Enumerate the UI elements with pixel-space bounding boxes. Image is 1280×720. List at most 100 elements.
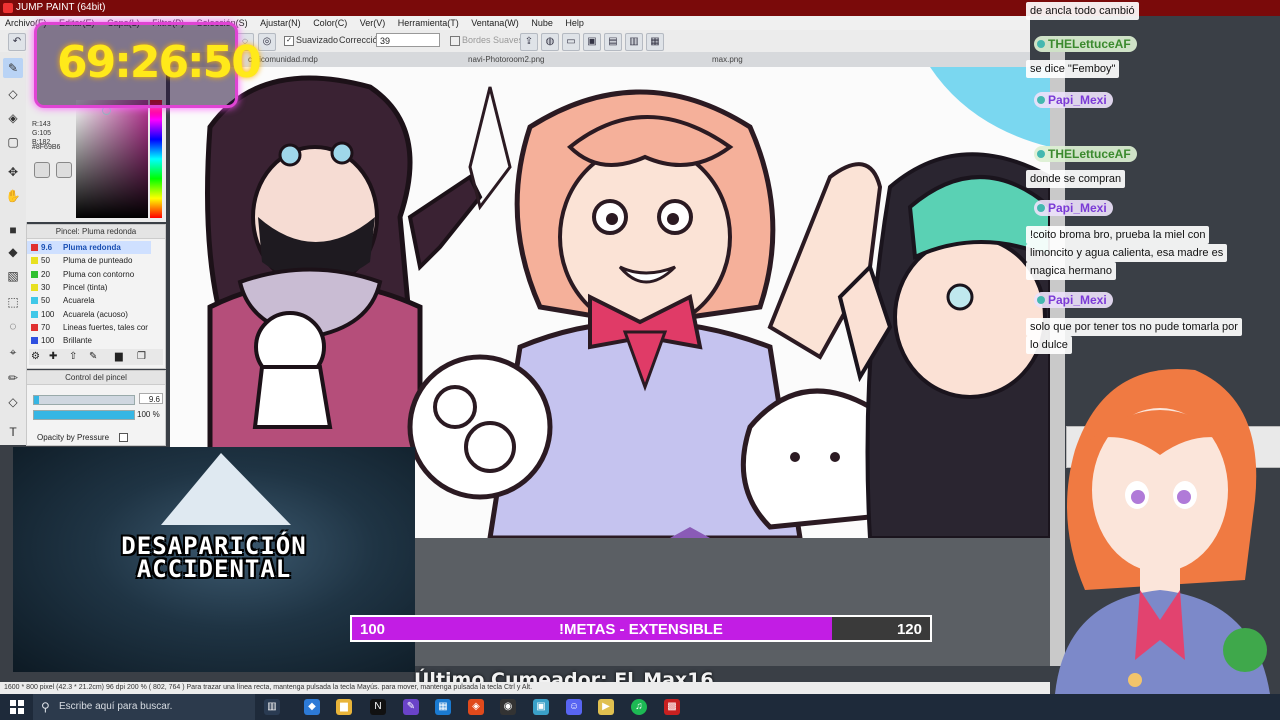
shape-tool-icon[interactable]: ■	[3, 220, 23, 240]
settings-icon[interactable]: ⚙	[31, 351, 40, 362]
brush-item[interactable]: 70 Lineas fuertes, tales cor	[27, 321, 151, 334]
eraser-tool-icon[interactable]: ◇	[3, 84, 23, 104]
layers-icon[interactable]: ▥	[625, 33, 643, 51]
eraser-small-icon[interactable]: ◇	[3, 392, 23, 412]
tool-column: ✎ ◇ ◈ ▢ ✥ ✋ ■ ◆ ▧ ⬚ ◌ ⌖ ✏ ◇ T	[0, 52, 27, 445]
grid-icon[interactable]: ▦	[646, 33, 664, 51]
menu-nube[interactable]: Nube	[526, 16, 558, 30]
soft-edges-checkbox[interactable]	[450, 36, 460, 46]
stream-timer: 69:26:50	[34, 22, 262, 108]
palette-icon[interactable]	[56, 162, 72, 178]
folder-icon[interactable]: ▆	[336, 699, 352, 715]
app-icon	[3, 3, 13, 13]
chat-overlay: de ancla todo cambió THELettuceAF se dice …	[1020, 0, 1270, 415]
eyedropper-tool-icon[interactable]: ⌖	[3, 342, 23, 362]
chat-username: Papi_Mexi	[1034, 92, 1113, 108]
tab-navi-photoroom[interactable]: navi-Photoroom2.png	[468, 52, 545, 67]
windows-start-icon[interactable]	[10, 700, 24, 714]
tab-max[interactable]: max.png	[712, 52, 743, 67]
menu-ventana[interactable]: Ventana(W)	[466, 16, 524, 30]
chat-username-text: Papi_Mexi	[1048, 201, 1107, 215]
correction-input[interactable]: 39	[376, 33, 440, 47]
text-tool-icon[interactable]: T	[3, 422, 23, 442]
select-rect-icon[interactable]: ▢	[3, 132, 23, 152]
hue-slider[interactable]	[150, 100, 162, 218]
brush-name: Pluma redonda	[63, 243, 121, 252]
swap-color-icon[interactable]	[34, 162, 50, 178]
brush-item[interactable]: 50 Pluma de punteado	[27, 254, 151, 267]
brush-item[interactable]: 100 Acuarela (acuoso)	[27, 308, 151, 321]
iceberg-image	[161, 453, 291, 525]
brush-size-fill	[34, 396, 39, 404]
opacity-slider[interactable]	[33, 410, 135, 420]
smooth-checkbox[interactable]: ✓	[284, 36, 294, 46]
avatar-drawing	[1055, 369, 1270, 694]
brush-name: Lineas fuertes, tales cor	[63, 322, 148, 332]
select-tool-icon[interactable]: ⬚	[3, 292, 23, 312]
spotify-icon[interactable]: ♫	[631, 699, 647, 715]
brush-name: Pincel (tinta)	[63, 282, 108, 292]
upload-icon[interactable]: ⇪	[520, 33, 538, 51]
brush-item[interactable]: 50 Acuarela	[27, 294, 151, 307]
upload-icon[interactable]: ⇧	[69, 351, 77, 362]
bucket-tool-icon[interactable]: ◆	[3, 242, 23, 262]
obs-icon[interactable]: ◉	[500, 699, 516, 715]
menu-herramienta[interactable]: Herramienta(T)	[393, 16, 464, 30]
menu-color[interactable]: Color(C)	[308, 16, 352, 30]
chat-message: se dice "Femboy"	[1026, 60, 1120, 78]
tools-icon[interactable]: ✚	[49, 351, 57, 362]
document-tabs: curicomunidad.mdp navi-Photoroom2.png ma…	[166, 52, 1030, 67]
menu-ajustar[interactable]: Ajustar(N)	[255, 16, 306, 30]
brave-icon[interactable]: ◈	[468, 699, 484, 715]
menu-help[interactable]: Help	[560, 16, 589, 30]
image-icon[interactable]: ▣	[583, 33, 601, 51]
hand-tool-icon[interactable]: ✋	[3, 186, 23, 206]
lasso-tool-icon[interactable]: ◌	[3, 316, 23, 336]
copy-icon[interactable]: ❐	[137, 351, 146, 362]
chat-username: THELettuceAF	[1034, 36, 1137, 52]
move-tool-icon[interactable]: ✥	[3, 162, 23, 182]
opacity-pressure-label: Opacity by Pressure	[37, 433, 110, 442]
jump-paint-icon[interactable]: ▩	[664, 699, 680, 715]
gradient-tool-icon[interactable]: ▧	[3, 266, 23, 286]
taskbar-search[interactable]: ⚲ Escribe aquí para buscar.	[33, 694, 255, 720]
brush-item[interactable]: 30 Pincel (tinta)	[27, 281, 151, 294]
globe-icon[interactable]: ◍	[541, 33, 559, 51]
canvas-workspace	[415, 538, 1050, 666]
transform-icon[interactable]: ◎	[258, 33, 276, 51]
brush-item[interactable]: 9.6 Pluma redonda	[27, 241, 151, 254]
opacity-pressure-checkbox[interactable]	[119, 433, 128, 442]
document-icon[interactable]: ▤	[604, 33, 622, 51]
app-icon-3[interactable]: ▣	[533, 699, 549, 715]
chat-message: de ancla todo cambió	[1026, 2, 1139, 20]
pen-small-icon[interactable]: ✏	[3, 368, 23, 388]
fill-tool-icon[interactable]: ◈	[3, 108, 23, 128]
brush-name: Acuarela	[63, 296, 95, 306]
opacity-fill	[34, 411, 134, 419]
store-icon[interactable]: ▦	[435, 699, 451, 715]
discord-icon[interactable]: ☺	[566, 699, 582, 715]
brush-icon[interactable]: ✎	[89, 351, 97, 362]
chat-icon[interactable]: ▭	[562, 33, 580, 51]
brush-item[interactable]: 100 Brillante	[27, 334, 151, 347]
app-icon-2[interactable]: N	[370, 699, 386, 715]
media-icon[interactable]: ▶	[598, 699, 614, 715]
brush-size-slider[interactable]	[33, 395, 135, 405]
pen-app-icon[interactable]: ✎	[403, 699, 419, 715]
brush-size: 30	[41, 282, 50, 292]
folder-icon[interactable]: ▆	[115, 351, 123, 362]
pen-tool-icon[interactable]: ✎	[3, 58, 23, 78]
chat-badge-icon	[1037, 96, 1045, 104]
task-view-icon[interactable]: ▥	[264, 699, 280, 715]
app-icon-1[interactable]: ◆	[304, 699, 320, 715]
brush-color-swatch	[31, 257, 38, 265]
red-value: R:143	[32, 121, 51, 128]
menu-ver[interactable]: Ver(V)	[355, 16, 391, 30]
color-picker-area[interactable]	[76, 100, 148, 218]
goal-bar: 100 !METAS - EXTENSIBLE 120	[350, 615, 932, 642]
undo-icon[interactable]: ↶	[8, 33, 26, 51]
brush-size-value[interactable]: 9.6	[139, 393, 163, 404]
brush-item[interactable]: 20 Pluma con contorno	[27, 268, 151, 281]
chat-username-text: THELettuceAF	[1048, 147, 1131, 161]
chat-message: magica hermano	[1026, 262, 1116, 280]
